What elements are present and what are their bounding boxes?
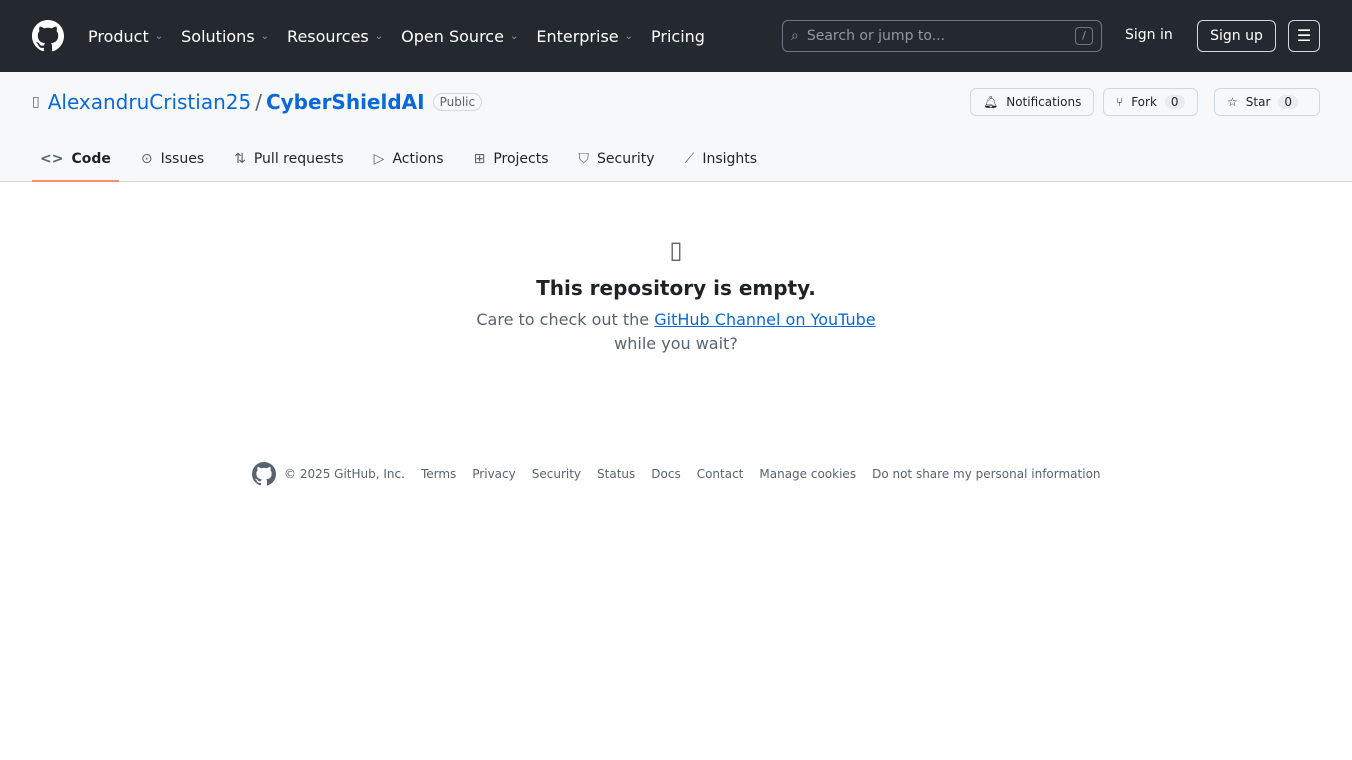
fork-icon: ⑂ — [1116, 95, 1124, 109]
tab-label: Projects — [493, 151, 549, 167]
repo-header: ▯ AlexandruCristian25 / CyberShieldAI Pu… — [0, 72, 1352, 182]
repo-tabs: <> Code ⊙ Issues ⇅ Pull requests ▷ Actions ⊞… — [32, 136, 779, 182]
repo-owner-link[interactable]: AlexandruCristian25 — [48, 90, 252, 114]
sign-up-button[interactable]: Sign up — [1197, 20, 1276, 52]
nav-label: Resources — [287, 26, 369, 46]
repo-name-link[interactable]: CyberShieldAI — [266, 90, 425, 114]
tab-pull-requests[interactable]: ⇅ Pull requests — [226, 136, 352, 182]
separator: / — [255, 90, 262, 114]
fork-count: 0 — [1164, 95, 1185, 109]
chevron-down-icon: ⌄ — [154, 30, 164, 42]
nav-open-source[interactable]: Open Source ⌄ — [401, 27, 518, 46]
nav-product[interactable]: Product ⌄ — [88, 27, 163, 46]
empty-repo-blankslate: ▯ This repository is empty. Care to chec… — [0, 236, 1352, 356]
tab-label: Code — [71, 151, 111, 167]
play-icon: ▷ — [373, 151, 385, 167]
nav-pricing[interactable]: Pricing — [651, 27, 705, 46]
tab-label: Insights — [702, 151, 758, 167]
chevron-down-icon: ⌄ — [624, 30, 634, 42]
github-logo-icon[interactable] — [252, 462, 276, 486]
chevron-down-icon: ⌄ — [509, 30, 519, 42]
tab-actions[interactable]: ▷ Actions — [366, 136, 452, 182]
tab-label: Actions — [392, 151, 444, 167]
youtube-channel-link[interactable]: GitHub Channel on YouTube — [654, 310, 875, 329]
repo-icon: ▯ — [32, 94, 40, 110]
footer-link-security[interactable]: Security — [532, 467, 581, 481]
visibility-badge: Public — [432, 93, 483, 111]
nav-label: Solutions — [181, 26, 255, 46]
star-count: 0 — [1278, 95, 1299, 109]
repo-icon: ▯ — [669, 236, 683, 264]
button-label: Notifications — [1006, 95, 1082, 109]
footer-link-status[interactable]: Status — [597, 467, 635, 481]
pull-request-icon: ⇅ — [234, 151, 246, 167]
code-icon: <> — [40, 151, 64, 167]
tab-label: Security — [597, 151, 655, 167]
shield-icon: ⛉ — [578, 151, 590, 167]
empty-title: This repository is empty. — [536, 276, 816, 300]
repo-title: ▯ AlexandruCristian25 / CyberShieldAI Pu… — [32, 90, 483, 114]
graph-icon: ⟋ — [684, 151, 695, 167]
footer-link-contact[interactable]: Contact — [697, 467, 744, 481]
table-icon: ⊞ — [473, 151, 486, 167]
empty-text-2: while you wait? — [614, 334, 738, 353]
nav-label: Open Source — [401, 26, 504, 46]
sign-in-link[interactable]: Sign in — [1125, 27, 1173, 43]
chevron-down-icon: ⌄ — [374, 30, 384, 42]
issue-icon: ⊙ — [140, 151, 153, 167]
bell-icon: 🔔︎ — [983, 95, 999, 109]
nav-enterprise[interactable]: Enterprise ⌄ — [536, 27, 633, 46]
tab-security[interactable]: ⛉ Security — [571, 136, 663, 182]
tab-code[interactable]: <> Code — [32, 136, 119, 182]
search-shortcut-key: / — [1075, 27, 1093, 45]
search-input[interactable]: ⌕ Search or jump to... / — [782, 20, 1102, 52]
nav-label: Pricing — [651, 26, 705, 46]
star-icon: ☆ — [1227, 95, 1238, 109]
footer-link-terms[interactable]: Terms — [421, 467, 456, 481]
tab-label: Pull requests — [253, 151, 344, 167]
tab-projects[interactable]: ⊞ Projects — [466, 136, 557, 182]
fork-button[interactable]: ⑂ Fork 0 — [1103, 88, 1198, 116]
tab-issues[interactable]: ⊙ Issues — [133, 136, 212, 182]
nav-solutions[interactable]: Solutions ⌄ — [181, 27, 269, 46]
global-header: Product ⌄ Solutions ⌄ Resources ⌄ Open Sour… — [0, 0, 1352, 72]
search-icon: ⌕ — [791, 28, 799, 44]
button-label: Fork — [1131, 95, 1157, 109]
copyright: © 2025 GitHub, Inc. — [284, 467, 405, 481]
nav-label: Product — [88, 26, 149, 46]
footer-link-privacy[interactable]: Privacy — [472, 467, 515, 481]
tab-insights[interactable]: ⟋ Insights — [677, 136, 766, 182]
tab-label: Issues — [160, 151, 205, 167]
footer-link-docs[interactable]: Docs — [651, 467, 680, 481]
menu-sliders-icon[interactable]: ☰ — [1288, 20, 1320, 52]
empty-text: Care to check out the — [476, 310, 650, 329]
nav-label: Enterprise — [536, 26, 619, 46]
star-button[interactable]: ☆ Star 0 — [1214, 88, 1320, 116]
github-logo-icon[interactable] — [32, 20, 64, 52]
notifications-button[interactable]: 🔔︎ Notifications — [970, 88, 1095, 116]
button-label: Star — [1245, 95, 1271, 109]
footer-link-do-not-share[interactable]: Do not share my personal information — [872, 467, 1100, 481]
chevron-down-icon: ⌄ — [260, 30, 270, 42]
footer-link-manage-cookies[interactable]: Manage cookies — [759, 467, 856, 481]
footer: © 2025 GitHub, Inc. Terms Privacy Securi… — [252, 462, 1101, 486]
nav-resources[interactable]: Resources ⌄ — [287, 27, 383, 46]
search-placeholder: Search or jump to... — [806, 28, 946, 44]
